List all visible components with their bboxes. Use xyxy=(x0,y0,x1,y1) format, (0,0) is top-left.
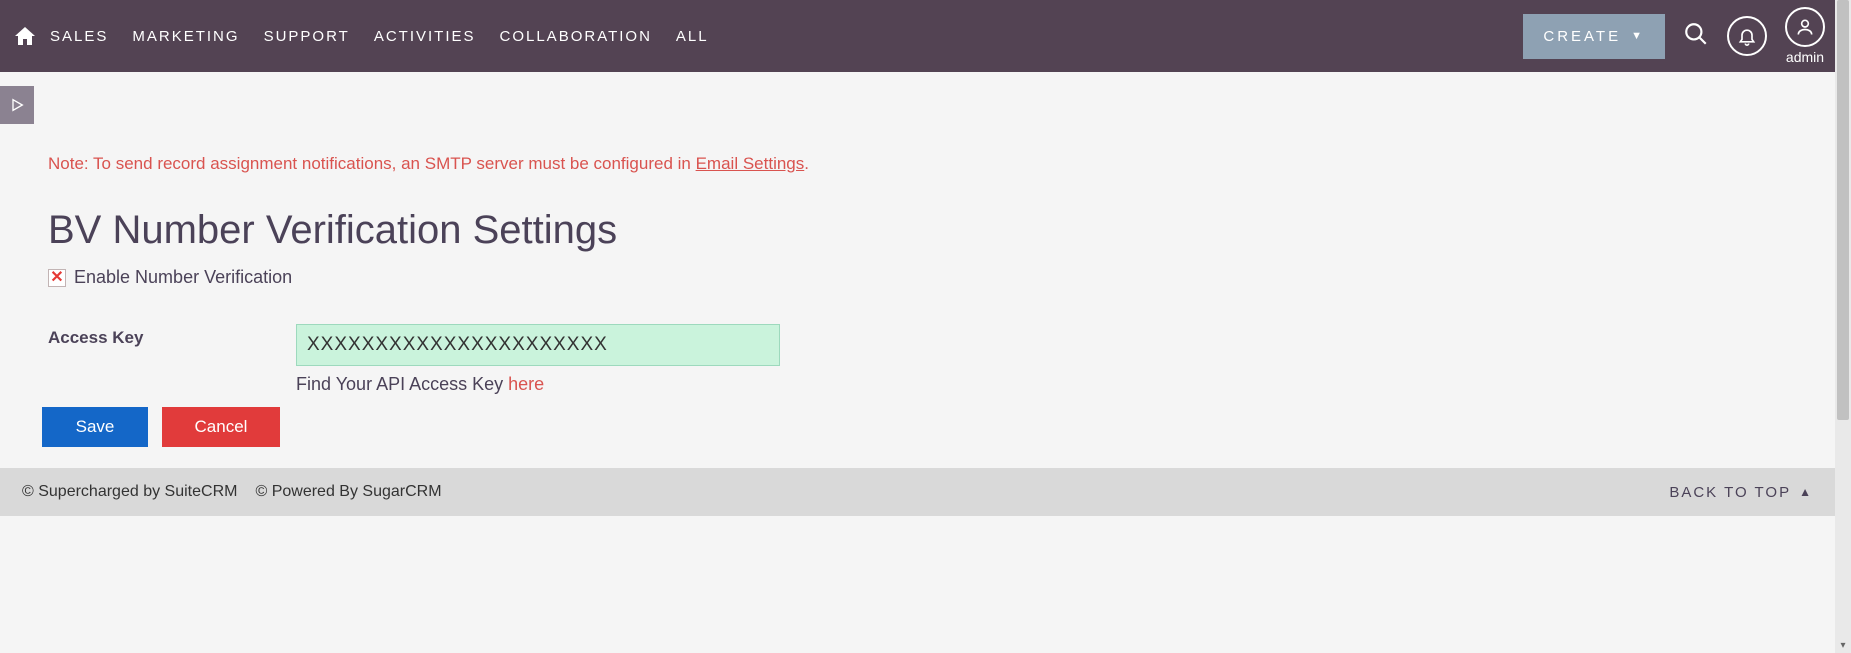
create-label: CREATE xyxy=(1543,28,1621,45)
nav-right: CREATE ▼ admin xyxy=(1523,7,1829,65)
home-icon[interactable] xyxy=(6,24,44,48)
scrollbar-down-arrow[interactable]: ▾ xyxy=(1835,637,1851,653)
enable-row: ✕ Enable Number Verification xyxy=(48,267,1787,288)
email-settings-link[interactable]: Email Settings xyxy=(696,154,805,173)
scrollbar-thumb[interactable] xyxy=(1837,0,1849,420)
footer-credit-1: © Supercharged by SuiteCRM xyxy=(22,483,237,501)
notice-prefix: Note: To send record assignment notifica… xyxy=(48,154,696,173)
vertical-scrollbar[interactable]: ▾ xyxy=(1835,0,1851,653)
nav-left: SALES MARKETING SUPPORT ACTIVITIES COLLA… xyxy=(6,0,709,72)
notifications-icon[interactable] xyxy=(1727,16,1767,56)
user-icon[interactable] xyxy=(1785,7,1825,47)
button-row: Save Cancel xyxy=(42,407,1787,447)
cancel-button[interactable]: Cancel xyxy=(162,407,280,447)
access-key-row: Access Key Find Your API Access Key here xyxy=(48,324,1787,395)
footer-left: © Supercharged by SuiteCRM © Powered By … xyxy=(22,483,442,501)
footer: © Supercharged by SuiteCRM © Powered By … xyxy=(0,468,1835,516)
nav-item-sales[interactable]: SALES xyxy=(50,28,108,45)
smtp-notice: Note: To send record assignment notifica… xyxy=(48,154,1787,174)
footer-credit-2: © Powered By SugarCRM xyxy=(255,483,441,501)
page-title: BV Number Verification Settings xyxy=(48,208,1787,253)
enable-checkbox[interactable]: ✕ xyxy=(48,269,66,287)
sidebar-toggle[interactable] xyxy=(0,86,34,124)
top-nav: SALES MARKETING SUPPORT ACTIVITIES COLLA… xyxy=(0,0,1835,72)
create-button[interactable]: CREATE ▼ xyxy=(1523,14,1665,59)
nav-item-marketing[interactable]: MARKETING xyxy=(132,28,239,45)
access-key-helper: Find Your API Access Key here xyxy=(296,374,780,395)
access-key-field: Find Your API Access Key here xyxy=(296,324,780,395)
page-content: Note: To send record assignment notifica… xyxy=(0,154,1835,447)
back-to-top-label: BACK TO TOP xyxy=(1669,484,1791,501)
api-key-link[interactable]: here xyxy=(508,374,544,394)
nav-items: SALES MARKETING SUPPORT ACTIVITIES COLLA… xyxy=(50,28,709,45)
user-label: admin xyxy=(1786,49,1824,65)
nav-item-collaboration[interactable]: COLLABORATION xyxy=(500,28,652,45)
caret-down-icon: ▼ xyxy=(1631,30,1645,42)
user-menu[interactable]: admin xyxy=(1785,7,1825,65)
back-to-top[interactable]: BACK TO TOP ▲ xyxy=(1669,484,1813,501)
helper-prefix: Find Your API Access Key xyxy=(296,374,508,394)
nav-item-all[interactable]: ALL xyxy=(676,28,709,45)
enable-label: Enable Number Verification xyxy=(74,267,292,288)
access-key-label: Access Key xyxy=(48,324,296,348)
close-icon: ✕ xyxy=(50,270,63,286)
triangle-up-icon: ▲ xyxy=(1799,485,1813,499)
save-button[interactable]: Save xyxy=(42,407,148,447)
access-key-input[interactable] xyxy=(296,324,780,366)
notice-suffix: . xyxy=(804,154,809,173)
search-icon[interactable] xyxy=(1683,21,1709,52)
nav-item-activities[interactable]: ACTIVITIES xyxy=(374,28,476,45)
nav-item-support[interactable]: SUPPORT xyxy=(264,28,350,45)
